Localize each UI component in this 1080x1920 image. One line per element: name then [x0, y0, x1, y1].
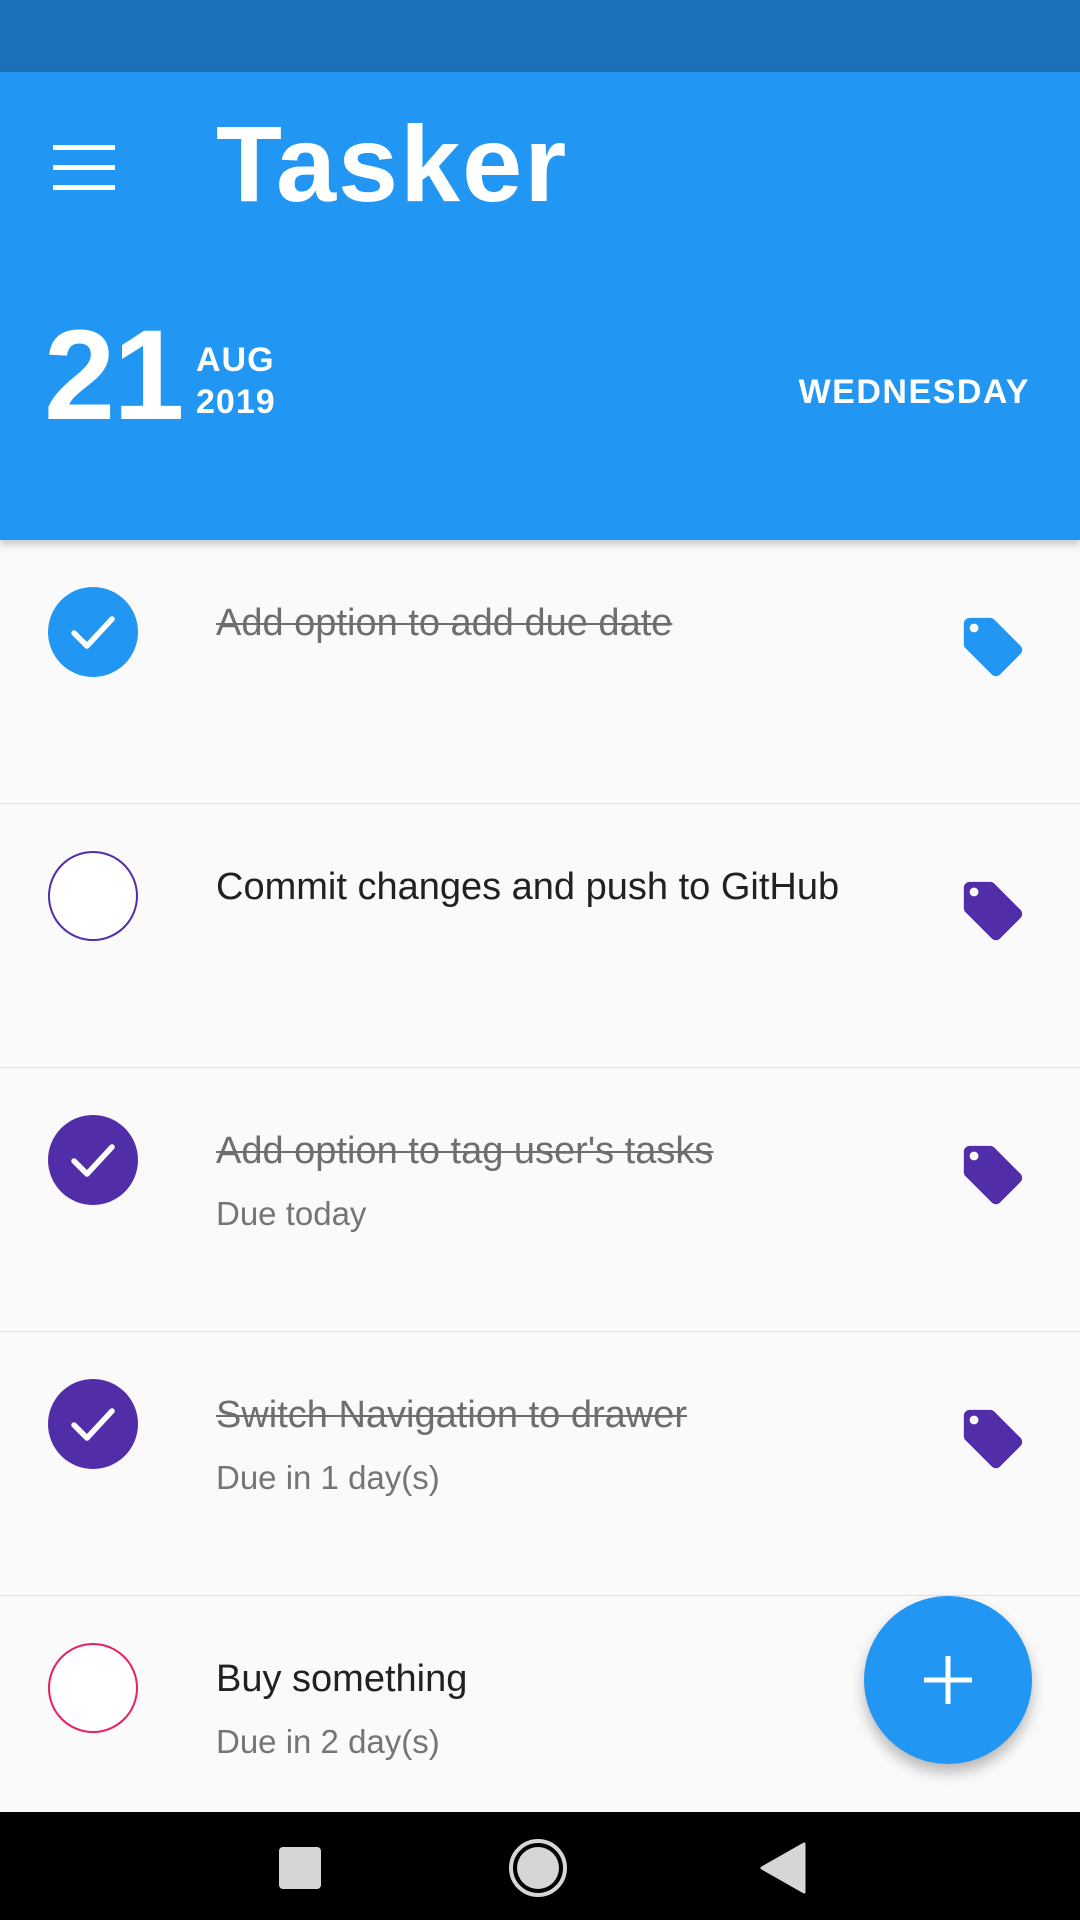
task-title: Commit changes and push to GitHub — [216, 866, 840, 908]
triangle-back-icon — [760, 1842, 806, 1894]
task-row[interactable]: Switch Navigation to drawer Due in 1 day… — [0, 1332, 1080, 1596]
task-row[interactable]: Add option to add due date — [0, 540, 1080, 804]
app-header: Tasker 21 AUG 2019 WEDNESDAY — [0, 72, 1080, 540]
recents-button[interactable] — [270, 1838, 330, 1898]
status-bar — [0, 0, 1080, 72]
task-title: Add option to tag user's tasks — [216, 1130, 714, 1172]
task-checkbox[interactable] — [48, 587, 138, 677]
date-day: 21 — [44, 304, 184, 447]
checkmark-icon — [71, 616, 115, 649]
app-title: Tasker — [216, 103, 569, 224]
task-row[interactable]: Add option to tag user's tasks Due today — [0, 1068, 1080, 1332]
plus-icon — [924, 1656, 972, 1704]
checkmark-icon — [71, 1408, 115, 1441]
task-checkbox[interactable] — [48, 851, 138, 941]
screen: Tasker 21 AUG 2019 WEDNESDAY Add option … — [0, 0, 1080, 1920]
tag-icon[interactable] — [958, 1140, 1028, 1210]
menu-button[interactable] — [44, 128, 124, 208]
task-title: Buy something — [216, 1658, 468, 1700]
home-button[interactable] — [508, 1838, 568, 1898]
hamburger-menu-icon — [53, 145, 115, 190]
tag-shape — [963, 617, 1023, 677]
square-icon — [279, 1847, 321, 1889]
task-checkbox[interactable] — [48, 1643, 138, 1733]
date-year: 2019 — [196, 383, 276, 421]
task-checkbox[interactable] — [48, 1115, 138, 1205]
task-row[interactable]: Commit changes and push to GitHub — [0, 804, 1080, 1068]
task-due: Due today — [216, 1195, 367, 1232]
tag-shape — [963, 881, 1023, 941]
weekday: WEDNESDAY — [798, 373, 1030, 411]
task-checkbox[interactable] — [48, 1379, 138, 1469]
tag-shape — [963, 1409, 1023, 1469]
checkmark-icon — [71, 1144, 115, 1177]
task-title: Add option to add due date — [216, 602, 673, 644]
tag-icon[interactable] — [958, 876, 1028, 946]
add-task-button[interactable] — [864, 1596, 1032, 1764]
back-button[interactable] — [752, 1838, 812, 1898]
task-title: Switch Navigation to drawer — [216, 1394, 687, 1436]
date-month: AUG — [196, 341, 275, 379]
task-due: Due in 2 day(s) — [216, 1723, 440, 1760]
task-due: Due in 1 day(s) — [216, 1459, 440, 1496]
tag-icon[interactable] — [958, 1404, 1028, 1474]
circle-icon — [509, 1839, 567, 1897]
tag-shape — [963, 1145, 1023, 1205]
system-nav-bar — [0, 1812, 1080, 1920]
tag-icon[interactable] — [958, 612, 1028, 682]
